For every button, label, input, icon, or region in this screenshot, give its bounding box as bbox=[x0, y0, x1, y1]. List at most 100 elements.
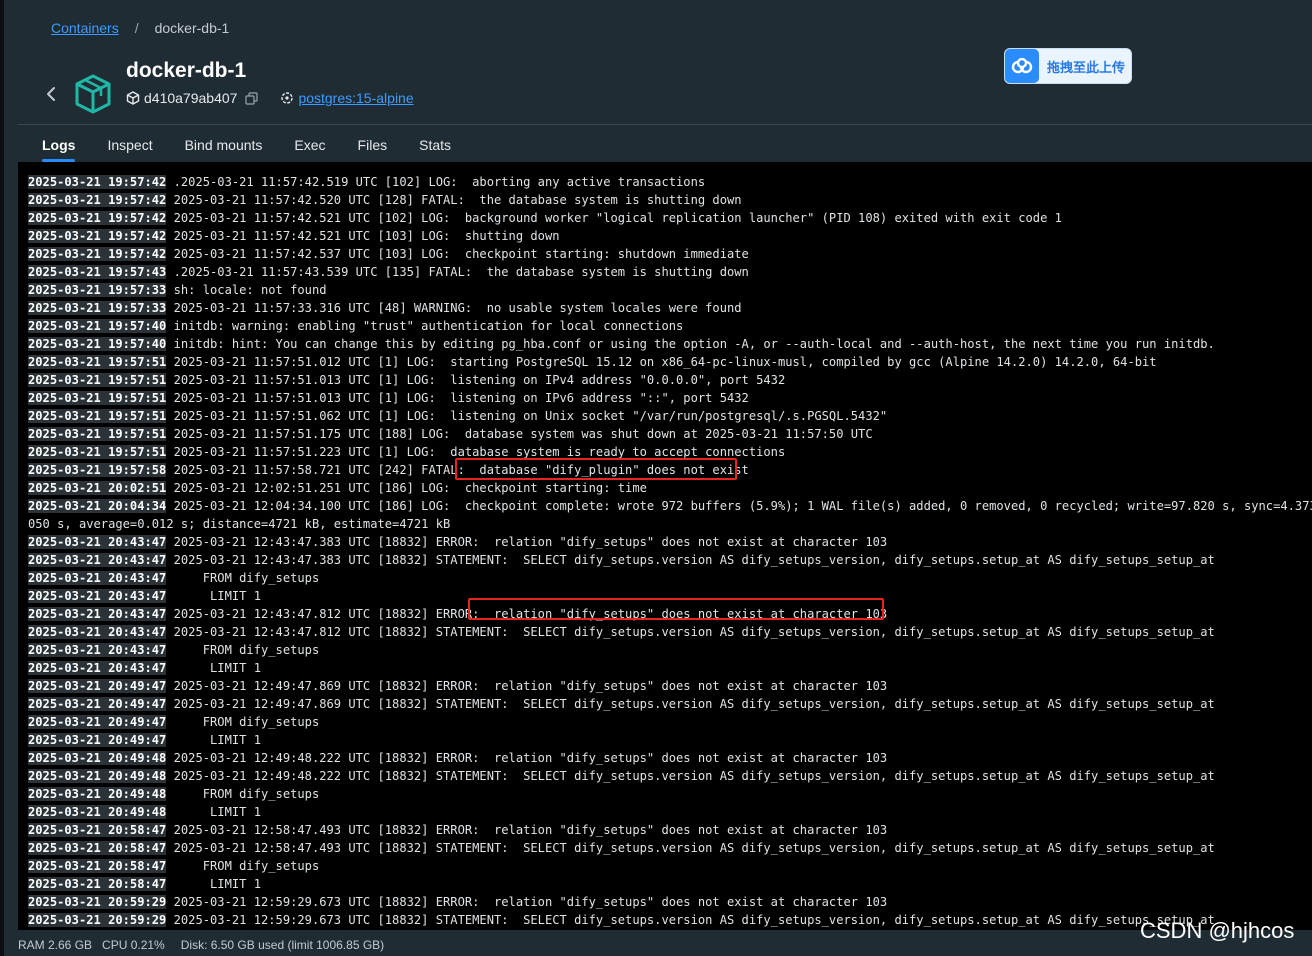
highlight-box-dify-setups bbox=[468, 598, 884, 620]
log-line: 2025-03-21 20:49:48 2025-03-21 12:49:48.… bbox=[28, 767, 1312, 785]
breadcrumb: Containers / docker-db-1 bbox=[51, 20, 229, 36]
log-timestamp: 2025-03-21 20:49:47 bbox=[28, 733, 167, 747]
log-message: 2025-03-21 11:57:51.062 UTC [1] LOG: lis… bbox=[173, 409, 888, 423]
log-message: LIMIT 1 bbox=[173, 589, 261, 603]
log-timestamp: 2025-03-21 20:49:47 bbox=[28, 679, 167, 693]
log-line: 2025-03-21 19:57:42 2025-03-21 11:57:42.… bbox=[28, 227, 1312, 245]
log-message: 2025-03-21 12:04:34.100 UTC [186] LOG: c… bbox=[173, 499, 1312, 513]
log-line: 2025-03-21 19:57:33 sh: locale: not foun… bbox=[28, 281, 1312, 299]
tab-logs[interactable]: Logs bbox=[26, 130, 91, 162]
log-timestamp: 2025-03-21 19:57:51 bbox=[28, 409, 167, 423]
log-timestamp: 2025-03-21 19:57:51 bbox=[28, 373, 167, 387]
log-timestamp: 2025-03-21 20:02:51 bbox=[28, 481, 167, 495]
log-timestamp: 2025-03-21 19:57:42 bbox=[28, 175, 167, 189]
highlight-box-dify-plugin bbox=[455, 458, 737, 480]
log-timestamp: 2025-03-21 20:49:48 bbox=[28, 751, 167, 765]
log-timestamp: 2025-03-21 20:59:29 bbox=[28, 895, 167, 909]
log-line: 2025-03-21 19:57:42 2025-03-21 11:57:42.… bbox=[28, 245, 1312, 263]
window-edge bbox=[0, 0, 4, 956]
header-divider bbox=[18, 124, 1312, 125]
log-line: 2025-03-21 20:43:47 2025-03-21 12:43:47.… bbox=[28, 623, 1312, 641]
cpu-usage: CPU 0.21% bbox=[102, 938, 165, 952]
log-message: 2025-03-21 11:57:51.013 UTC [1] LOG: lis… bbox=[173, 391, 749, 405]
ram-usage: RAM 2.66 GB bbox=[18, 938, 93, 952]
log-message: 2025-03-21 12:59:29.673 UTC [18832] ERRO… bbox=[173, 895, 888, 909]
log-message: 2025-03-21 12:43:47.383 UTC [18832] STAT… bbox=[173, 553, 1215, 567]
log-line: 2025-03-21 20:43:47 2025-03-21 12:43:47.… bbox=[28, 551, 1312, 569]
upload-button-label: 拖拽至此上传 bbox=[1047, 59, 1126, 75]
breadcrumb-containers-link[interactable]: Containers bbox=[51, 20, 119, 36]
log-line: 2025-03-21 20:59:29 2025-03-21 12:59:29.… bbox=[28, 893, 1312, 911]
log-line: 2025-03-21 19:57:42 .2025-03-21 11:57:42… bbox=[28, 173, 1312, 191]
tab-inspect[interactable]: Inspect bbox=[91, 130, 168, 162]
log-line: 2025-03-21 20:02:51 2025-03-21 12:02:51.… bbox=[28, 479, 1312, 497]
log-message: 2025-03-21 11:57:42.520 UTC [128] FATAL:… bbox=[173, 193, 742, 207]
disk-usage: Disk: 6.50 GB used (limit 1006.85 GB) bbox=[180, 938, 385, 952]
drag-upload-button[interactable]: 拖拽至此上传 bbox=[1004, 48, 1132, 84]
log-message: initdb: hint: You can change this by edi… bbox=[173, 337, 1215, 351]
log-timestamp: 2025-03-21 19:57:42 bbox=[28, 193, 167, 207]
container-id: d410a79ab407 bbox=[144, 90, 238, 106]
log-line: 2025-03-21 19:57:51 2025-03-21 11:57:51.… bbox=[28, 425, 1312, 443]
log-timestamp: 2025-03-21 19:57:42 bbox=[28, 229, 167, 243]
breadcrumb-separator: / bbox=[134, 20, 139, 36]
tab-exec[interactable]: Exec bbox=[278, 130, 341, 162]
log-message: LIMIT 1 bbox=[173, 805, 261, 819]
log-message: .2025-03-21 11:57:42.519 UTC [102] LOG: … bbox=[173, 175, 706, 189]
container-detail-page: Containers / docker-db-1 docker-db-1 d41… bbox=[0, 0, 1312, 956]
log-timestamp: 2025-03-21 20:43:47 bbox=[28, 661, 167, 675]
log-line: 2025-03-21 20:43:47 2025-03-21 12:43:47.… bbox=[28, 533, 1312, 551]
cloud-upload-icon bbox=[1005, 49, 1039, 83]
log-timestamp: 2025-03-21 20:43:47 bbox=[28, 535, 167, 549]
tab-bind-mounts[interactable]: Bind mounts bbox=[169, 130, 279, 162]
container-cube-icon bbox=[75, 74, 111, 114]
log-line: 2025-03-21 20:58:47 2025-03-21 12:58:47.… bbox=[28, 839, 1312, 857]
log-message: FROM dify_setups bbox=[173, 571, 320, 585]
log-timestamp: 2025-03-21 19:57:43 bbox=[28, 265, 167, 279]
log-message: 2025-03-21 11:57:33.316 UTC [48] WARNING… bbox=[173, 301, 742, 315]
tab-files[interactable]: Files bbox=[342, 130, 404, 162]
log-timestamp: 2025-03-21 19:57:33 bbox=[28, 283, 167, 297]
log-message: 2025-03-21 12:43:47.383 UTC [18832] ERRO… bbox=[173, 535, 888, 549]
log-message: LIMIT 1 bbox=[173, 661, 261, 675]
log-timestamp: 2025-03-21 20:43:47 bbox=[28, 607, 167, 621]
log-line: 2025-03-21 20:43:47 FROM dify_setups bbox=[28, 569, 1312, 587]
log-message: 2025-03-21 11:57:51.223 UTC [1] LOG: dat… bbox=[173, 445, 786, 459]
log-message: 2025-03-21 11:57:42.521 UTC [103] LOG: s… bbox=[173, 229, 560, 243]
log-line: 2025-03-21 20:49:48 2025-03-21 12:49:48.… bbox=[28, 749, 1312, 767]
log-line: 2025-03-21 20:58:47 FROM dify_setups bbox=[28, 857, 1312, 875]
log-message: LIMIT 1 bbox=[173, 733, 261, 747]
log-timestamp: 2025-03-21 20:49:48 bbox=[28, 769, 167, 783]
log-timestamp: 2025-03-21 20:49:47 bbox=[28, 697, 167, 711]
log-viewer[interactable]: 2025-03-21 19:57:42 .2025-03-21 11:57:42… bbox=[18, 162, 1312, 930]
log-message: 2025-03-21 12:49:47.869 UTC [18832] ERRO… bbox=[173, 679, 888, 693]
log-line: 2025-03-21 19:57:51 2025-03-21 11:57:51.… bbox=[28, 371, 1312, 389]
copy-icon[interactable] bbox=[245, 91, 259, 105]
log-timestamp: 2025-03-21 20:58:47 bbox=[28, 859, 167, 873]
container-id-icon bbox=[126, 91, 140, 105]
log-line: 2025-03-21 20:49:47 FROM dify_setups bbox=[28, 713, 1312, 731]
log-timestamp: 2025-03-21 20:58:47 bbox=[28, 877, 167, 891]
tab-stats[interactable]: Stats bbox=[403, 130, 467, 162]
log-timestamp: 2025-03-21 20:43:47 bbox=[28, 625, 167, 639]
image-link[interactable]: postgres:15-alpine bbox=[298, 90, 413, 106]
log-line: 2025-03-21 20:58:47 LIMIT 1 bbox=[28, 875, 1312, 893]
log-line: 2025-03-21 19:57:42 2025-03-21 11:57:42.… bbox=[28, 209, 1312, 227]
log-message: 2025-03-21 11:57:51.175 UTC [188] LOG: d… bbox=[173, 427, 873, 441]
log-line: 2025-03-21 19:57:40 initdb: hint: You ca… bbox=[28, 335, 1312, 353]
tab-bar: Logs Inspect Bind mounts Exec Files Stat… bbox=[26, 130, 467, 162]
log-message: 2025-03-21 12:58:47.493 UTC [18832] STAT… bbox=[173, 841, 1215, 855]
watermark: CSDN @hjhcos bbox=[1140, 918, 1295, 943]
log-lines: 2025-03-21 19:57:42 .2025-03-21 11:57:42… bbox=[28, 173, 1312, 929]
log-timestamp: 2025-03-21 19:57:51 bbox=[28, 355, 167, 369]
log-message: 2025-03-21 11:57:42.537 UTC [103] LOG: c… bbox=[173, 247, 749, 261]
log-message: FROM dify_setups bbox=[173, 643, 320, 657]
log-message: initdb: warning: enabling "trust" authen… bbox=[173, 319, 684, 333]
log-message: 2025-03-21 12:49:48.222 UTC [18832] ERRO… bbox=[173, 751, 888, 765]
back-chevron-icon[interactable] bbox=[44, 85, 58, 103]
log-message: 2025-03-21 11:57:51.012 UTC [1] LOG: sta… bbox=[173, 355, 1157, 369]
log-message: LIMIT 1 bbox=[173, 877, 261, 891]
container-meta: d410a79ab407 postgres:15-alpine bbox=[126, 90, 414, 106]
log-timestamp: 2025-03-21 20:43:47 bbox=[28, 571, 167, 585]
log-timestamp: 2025-03-21 19:57:51 bbox=[28, 391, 167, 405]
